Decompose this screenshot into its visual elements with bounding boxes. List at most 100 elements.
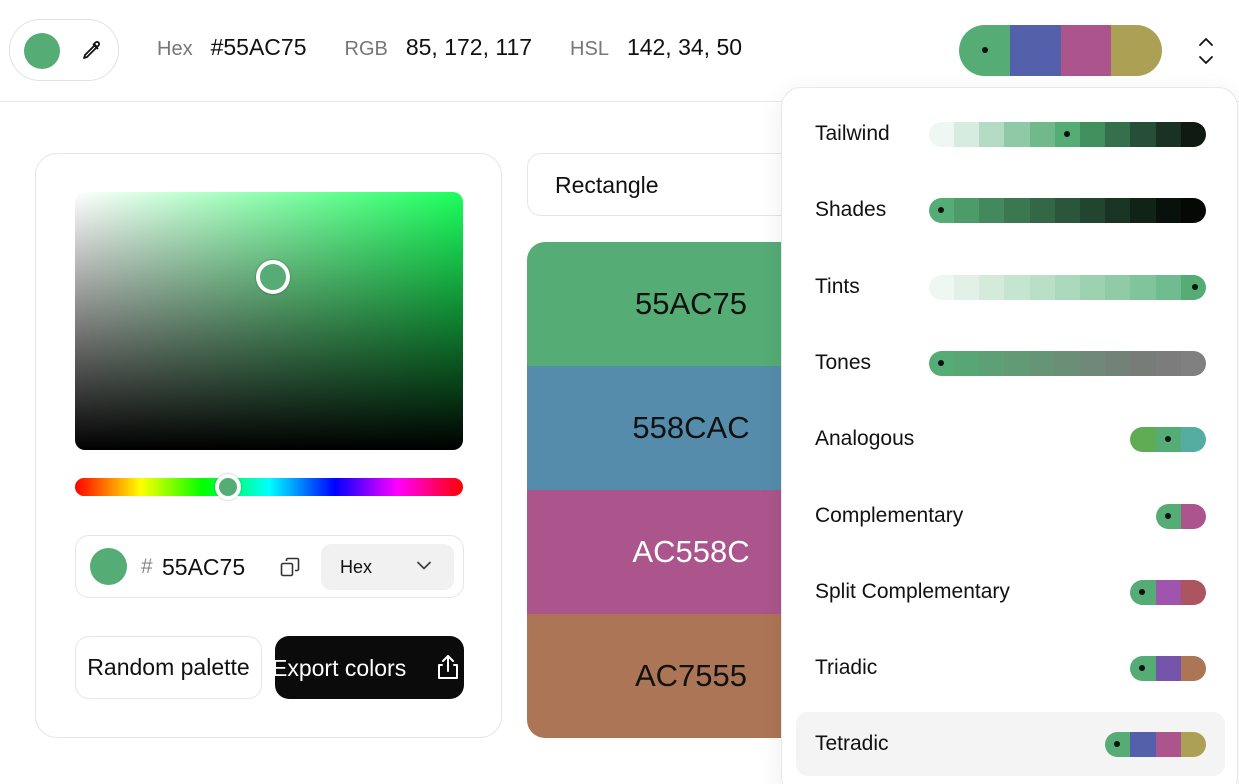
harmony-swatch [1054,274,1081,300]
harmony-swatch [1080,198,1106,224]
harmony-option-tones[interactable]: Tones [796,331,1225,395]
harmony-swatch [1155,656,1181,682]
current-color-marker [937,207,944,214]
color-stack-band[interactable]: AC7555 [527,614,807,738]
harmony-option-label: Split Complementary [815,579,1010,603]
export-colors-label: Export colors [272,655,407,681]
harmony-swatch [928,274,955,300]
harmony-option-tetradic[interactable]: Tetradic [796,712,1225,777]
harmony-option-label: Tetradic [815,732,889,756]
harmony-option-label: Analogous [815,427,915,451]
harmony-swatch [1180,503,1206,529]
copy-icon[interactable] [277,554,303,580]
hex-value[interactable]: #55AC75 [211,34,307,61]
harmony-option-tints[interactable]: Tints [796,255,1225,319]
eyedropper-icon[interactable] [76,36,106,66]
harmony-swatch [1004,198,1030,224]
harmony-swatch [1130,350,1156,376]
rgb-value[interactable]: 85, 172, 117 [406,34,532,61]
color-stack-band[interactable]: AC558C [527,490,807,614]
harmony-option-label: Complementary [815,503,964,527]
harmony-swatch [1004,350,1030,376]
harmony-option-split-complementary[interactable]: Split Complementary [796,560,1225,624]
current-color-marker [937,359,944,366]
export-colors-button[interactable]: Export colors [272,636,464,699]
hue-slider-handle[interactable] [215,474,242,500]
harmony-swatch-bar [928,274,1206,300]
harmony-option-label: Tints [815,274,860,298]
harmony-swatch [1029,350,1055,376]
color-stack-hex: AC7555 [634,658,748,693]
current-color-marker [1139,588,1146,595]
palette-preview[interactable] [959,25,1162,76]
harmony-swatch [1130,579,1156,605]
hash-symbol: # [141,555,153,578]
palette-preview-swatch [1060,25,1112,76]
harmony-swatch [1180,122,1206,147]
harmony-swatch [1105,122,1131,147]
harmony-swatch [1054,198,1081,224]
harmony-swatch [928,122,955,147]
color-picker-card: # Hex Random palette Export colors [35,153,502,738]
harmony-swatch [954,350,980,376]
format-select-value: Hex [340,557,373,577]
harmony-swatch [1180,274,1206,300]
harmony-swatch-bar [1130,656,1206,682]
input-color-swatch [90,548,127,585]
current-color-swatch[interactable] [24,33,60,69]
format-select[interactable]: Hex [321,544,454,590]
harmony-swatch [1180,579,1206,605]
harmony-swatch-bar [928,198,1206,224]
harmony-option-shades[interactable]: Shades [796,178,1225,242]
harmony-option-complementary[interactable]: Complementary [796,484,1225,548]
harmony-swatch [1155,579,1181,605]
hue-slider[interactable] [75,478,463,496]
harmony-swatch [979,198,1005,224]
shape-select-value: Rectangle [555,172,659,198]
palette-preview-swatch [1009,25,1061,76]
harmony-swatch [1105,198,1131,224]
color-input-row: # Hex [75,535,464,598]
hex-input[interactable] [162,550,252,584]
current-color-marker [1165,436,1172,443]
hsl-value[interactable]: 142, 34, 50 [627,34,742,61]
rgb-label: RGB [344,38,388,60]
harmony-option-tailwind[interactable]: Tailwind [796,102,1225,166]
saturation-value-handle[interactable] [255,260,290,295]
chevron-up-down-icon[interactable] [1192,34,1220,68]
harmony-option-label: Triadic [815,656,878,680]
harmony-swatch [1155,122,1181,147]
harmony-option-label: Shades [815,198,887,222]
color-stack-band[interactable]: 558CAC [527,366,807,490]
current-color-pill [9,19,119,81]
harmony-swatch [1180,427,1206,453]
harmony-swatch [1180,656,1206,682]
harmony-swatch [1054,350,1081,376]
current-color-marker [1192,283,1199,290]
current-color-marker [1164,512,1171,519]
harmony-swatch-bar [1105,732,1206,758]
harmony-swatch [979,350,1005,376]
harmony-swatch [1080,350,1106,376]
harmony-swatch [1105,732,1131,758]
saturation-value-area[interactable] [75,192,463,450]
color-stack-hex: AC558C [632,534,750,569]
harmony-swatch [1029,274,1055,300]
harmony-swatch [1155,732,1181,758]
harmony-option-label: Tones [815,350,872,374]
harmony-swatch-bar [1130,579,1206,605]
harmony-swatch [1004,122,1030,147]
harmony-option-triadic[interactable]: Triadic [796,636,1225,700]
harmony-option-analogous[interactable]: Analogous [796,407,1225,471]
harmony-dropdown: Tailwind Shades Tints Tones Analogous Complem… [781,87,1238,784]
random-palette-button[interactable]: Random palette [75,636,262,699]
harmony-swatch [1029,198,1055,224]
shape-select[interactable]: Rectangle [527,153,807,216]
color-stack-hex: 55AC75 [634,286,748,321]
current-color-marker [1064,131,1071,137]
harmony-swatch [1180,198,1206,224]
harmony-swatch [1130,274,1156,300]
harmony-swatch-bar [1155,503,1206,529]
color-stack-band[interactable]: 55AC75 [527,242,807,366]
harmony-swatch [1155,427,1181,453]
